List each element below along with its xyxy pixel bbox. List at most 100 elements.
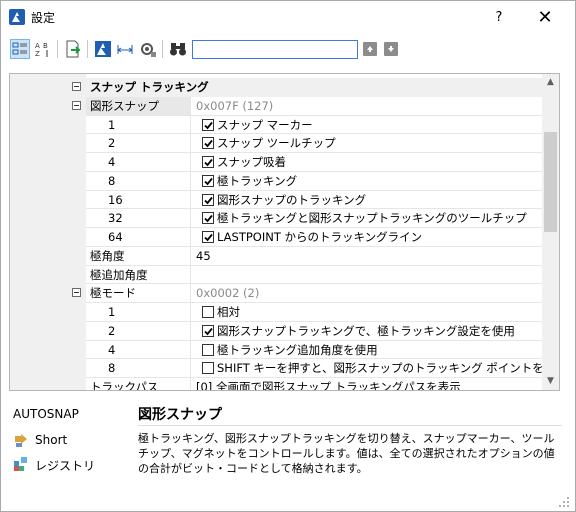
property-value: 相対 (191, 303, 542, 322)
scroll-down-icon[interactable]: ▼ (542, 373, 559, 390)
short-name-label: Short (35, 433, 68, 447)
description-title: 図形スナップ (138, 407, 222, 423)
short-name-item: Short (13, 432, 123, 450)
property-row[interactable]: 16 図形スナップのトラッキング (10, 190, 542, 210)
short-name-icon (13, 432, 29, 448)
option-label: スナップ吸着 (217, 155, 286, 169)
property-row[interactable]: 極モード 0x0002 (2) (10, 284, 542, 303)
checkbox-checked[interactable] (202, 137, 214, 150)
binoculars-icon[interactable] (168, 39, 188, 59)
property-value: スナップ マーカー (191, 116, 542, 135)
property-name: 2 (86, 321, 191, 341)
property-value: 0x0002 (2) (191, 284, 542, 303)
property-value: 極トラッキング追加角度を使用 (191, 341, 542, 360)
property-name: 1 (86, 115, 191, 135)
checkbox-checked[interactable] (202, 212, 214, 225)
property-row[interactable]: 2 図形スナップトラッキングで、極トラッキング設定を使用 (10, 321, 542, 341)
property-name: 極角度 (86, 246, 191, 266)
title-bar: 設定 ? ✕ (1, 1, 575, 33)
checkbox-unchecked[interactable] (202, 343, 214, 356)
window-title: 設定 (31, 11, 56, 25)
collapse-icon[interactable] (72, 288, 81, 298)
arrow-down-icon[interactable] (384, 42, 398, 56)
property-value[interactable]: 45 (191, 247, 542, 266)
categorized-icon[interactable] (10, 39, 30, 59)
property-row[interactable]: 4 スナップ吸着 (10, 153, 542, 172)
checkbox-checked[interactable] (202, 324, 214, 337)
property-row[interactable]: 2 スナップ ツールチップ (10, 134, 542, 153)
option-label: 図形スナップのトラッキング (217, 192, 367, 207)
scrollbar-thumb[interactable] (544, 132, 557, 232)
export-icon[interactable] (63, 39, 83, 59)
registry-icon (13, 456, 29, 472)
collapse-icon[interactable] (72, 82, 81, 91)
toolbar-separator (162, 40, 163, 58)
option-label: スナップ ツールチップ (217, 136, 336, 151)
checkbox-checked[interactable] (202, 156, 214, 168)
property-row[interactable]: トラックパス [0] 全画面で図形スナップ トラッキングパスを表示 (10, 378, 542, 390)
registry-label: レジストリ (35, 459, 96, 473)
property-name: 4 (86, 153, 191, 172)
property-name: 8 (86, 171, 191, 191)
resize-grip-icon[interactable] (558, 496, 570, 508)
property-row[interactable]: 64 LASTPOINT からのトラッキングライン (10, 228, 542, 247)
property-row[interactable]: 1 相対 (10, 303, 542, 322)
settings-dialog: 設定 ? ✕ A Z B スナップ トラッキング 図形スナップ 0x007F (… (0, 0, 576, 512)
app-logo-icon[interactable] (93, 39, 113, 59)
checkbox-checked[interactable] (202, 174, 214, 187)
checkbox-checked[interactable] (202, 193, 214, 206)
toolbar: A Z B (1, 35, 575, 63)
checkbox-unchecked[interactable] (202, 306, 214, 318)
description-text: 極トラッキング、図形スナップトラッキングを切り替え、スナップマーカー、ツールチッ… (138, 432, 555, 475)
property-row[interactable]: 8 極トラッキング (10, 171, 542, 191)
property-name: 1 (86, 303, 191, 322)
property-name: 図形スナップ (86, 96, 191, 116)
property-name: 4 (86, 340, 191, 360)
help-button[interactable]: ? (487, 7, 511, 29)
checkbox-checked[interactable] (202, 118, 214, 131)
property-row[interactable]: 図形スナップ 0x007F (127) (10, 96, 542, 116)
option-label: 極トラッキングと図形スナップトラッキングのツールチップ (217, 211, 527, 226)
toolbar-separator (87, 40, 88, 58)
property-name: 16 (86, 190, 191, 210)
option-label: 極トラッキング追加角度を使用 (217, 342, 378, 357)
collapse-icon[interactable] (72, 100, 81, 110)
registry-item: レジストリ (13, 456, 123, 474)
property-value[interactable]: [0] 全画面で図形スナップ トラッキングパスを表示 (191, 378, 542, 390)
property-name: 32 (86, 209, 191, 228)
description-divider (138, 425, 562, 426)
option-label: LASTPOINT からのトラッキングライン (217, 230, 423, 244)
property-row[interactable]: 32 極トラッキングと図形スナップトラッキングのツールチップ (10, 209, 542, 228)
toolbar-separator (57, 40, 58, 58)
close-button[interactable]: ✕ (531, 7, 559, 29)
property-name: 8 (86, 359, 191, 378)
property-grid: スナップ トラッキング 図形スナップ 0x007F (127) 1 スナップ マーカー 2… (9, 73, 560, 391)
scroll-up-icon[interactable]: ▲ (542, 74, 559, 91)
settings-filter-icon[interactable] (138, 39, 158, 59)
checkbox-checked[interactable] (202, 231, 214, 243)
property-row[interactable]: 1 スナップ マーカー (10, 115, 542, 135)
arrow-up-icon[interactable] (363, 42, 377, 56)
property-row[interactable]: 極追加角度 (10, 265, 542, 285)
property-value: LASTPOINT からのトラッキングライン (191, 228, 542, 247)
app-logo-icon (9, 9, 25, 25)
property-row[interactable]: 極角度 45 (10, 246, 542, 266)
search-input[interactable] (192, 40, 358, 59)
property-value: スナップ ツールチップ (191, 134, 542, 153)
property-value: SHIFT キーを押すと、図形スナップのトラッキング ポイントを取得 (191, 359, 542, 378)
property-row[interactable]: 4 極トラッキング追加角度を使用 (10, 340, 542, 360)
svg-text:Z: Z (35, 50, 40, 58)
vertical-scrollbar[interactable]: ▲ ▼ (542, 74, 559, 390)
option-label: 図形スナップトラッキングで、極トラッキング設定を使用 (217, 323, 515, 338)
property-name: 2 (86, 134, 191, 153)
svg-text:B: B (43, 42, 48, 50)
property-name: 64 (86, 228, 191, 247)
property-name: 極モード (86, 284, 191, 303)
dimension-icon[interactable] (115, 39, 135, 59)
property-row[interactable]: 8 SHIFT キーを押すと、図形スナップのトラッキング ポイントを取得 (10, 359, 542, 378)
checkbox-unchecked[interactable] (202, 362, 214, 375)
property-value: 図形スナップのトラッキング (191, 191, 542, 210)
alphabetical-icon[interactable]: A Z B (33, 39, 53, 59)
category-row[interactable]: スナップ トラッキング (10, 78, 542, 97)
property-value[interactable] (191, 266, 542, 285)
